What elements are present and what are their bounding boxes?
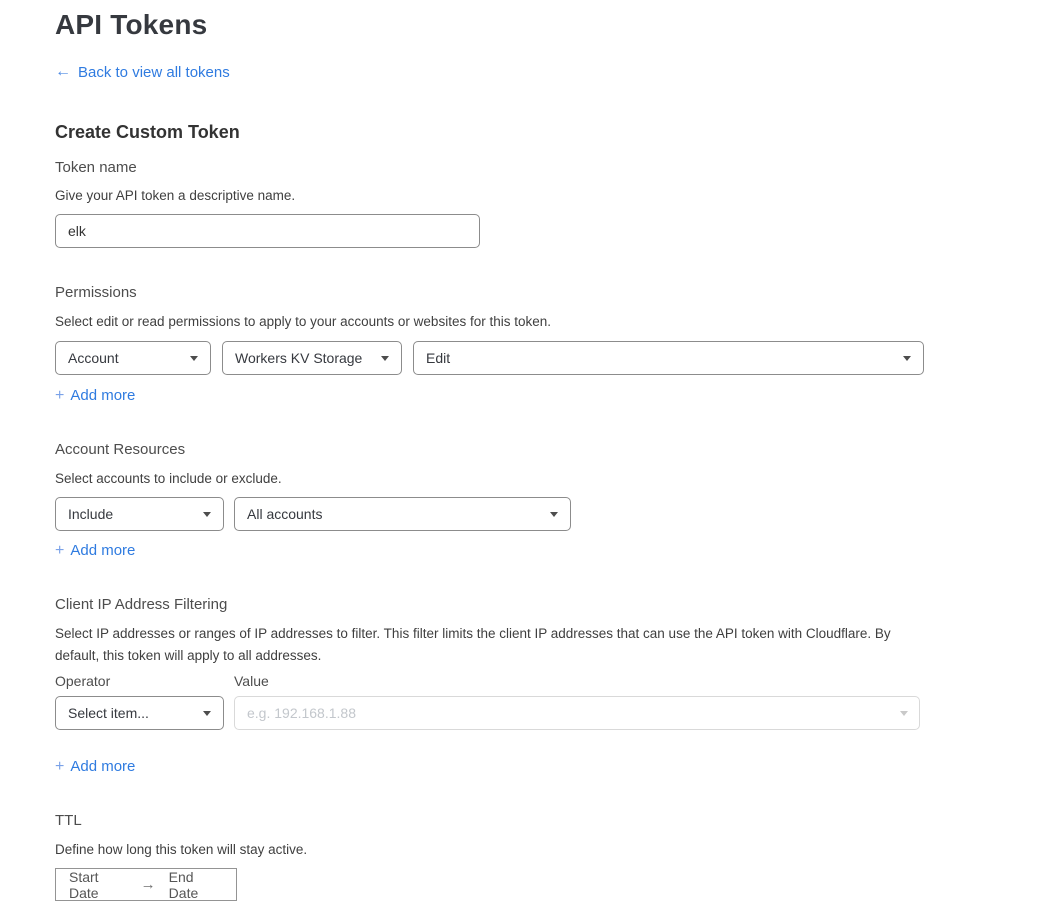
ip-filtering-label: Client IP Address Filtering bbox=[55, 596, 924, 614]
ttl-description: Define how long this token will stay act… bbox=[55, 839, 924, 861]
ip-filtering-description: Select IP addresses or ranges of IP addr… bbox=[55, 623, 907, 667]
arrow-right-icon: → bbox=[141, 877, 156, 892]
token-name-description: Give your API token a descriptive name. bbox=[55, 185, 924, 207]
page-container: API Tokens ← Back to view all tokens Cre… bbox=[55, 0, 924, 901]
ip-operator-select[interactable]: Select item... bbox=[55, 696, 224, 730]
account-resources-row: Include All accounts bbox=[55, 497, 924, 531]
token-name-input[interactable] bbox=[55, 214, 480, 248]
account-resources-add-more-button[interactable]: + Add more bbox=[55, 542, 135, 559]
chevron-down-icon bbox=[203, 512, 211, 517]
operator-column-label: Operator bbox=[55, 673, 234, 690]
permissions-row: Account Workers KV Storage Edit bbox=[55, 341, 924, 375]
token-name-label: Token name bbox=[55, 159, 924, 177]
account-accounts-value: All accounts bbox=[247, 506, 322, 522]
permission-scope-select[interactable]: Account bbox=[55, 341, 211, 375]
permissions-label: Permissions bbox=[55, 284, 924, 302]
add-more-label: Add more bbox=[70, 542, 135, 559]
chevron-down-icon bbox=[550, 512, 558, 517]
end-date-label: End Date bbox=[169, 869, 223, 901]
permissions-description: Select edit or read permissions to apply… bbox=[55, 311, 924, 333]
back-link[interactable]: ← Back to view all tokens bbox=[55, 64, 230, 81]
add-more-label: Add more bbox=[70, 758, 135, 775]
ip-filtering-row: Select item... bbox=[55, 696, 924, 730]
chevron-down-icon bbox=[900, 711, 908, 716]
permission-resource-value: Workers KV Storage bbox=[235, 350, 362, 366]
account-accounts-select[interactable]: All accounts bbox=[234, 497, 571, 531]
ip-value-shell bbox=[234, 696, 920, 730]
permission-access-select[interactable]: Edit bbox=[413, 341, 924, 375]
ip-filtering-add-more-button[interactable]: + Add more bbox=[55, 758, 135, 775]
chevron-down-icon bbox=[190, 356, 198, 361]
add-more-label: Add more bbox=[70, 387, 135, 404]
account-include-value: Include bbox=[68, 506, 113, 522]
section-heading: Create Custom Token bbox=[55, 122, 924, 144]
ip-filtering-column-labels: Operator Value bbox=[55, 673, 924, 690]
permission-resource-select[interactable]: Workers KV Storage bbox=[222, 341, 402, 375]
ttl-label: TTL bbox=[55, 812, 924, 830]
back-link-label: Back to view all tokens bbox=[78, 64, 230, 81]
permissions-add-more-button[interactable]: + Add more bbox=[55, 387, 135, 404]
start-date-label: Start Date bbox=[69, 869, 128, 901]
chevron-down-icon bbox=[203, 711, 211, 716]
permission-scope-value: Account bbox=[68, 350, 119, 366]
plus-icon: + bbox=[55, 543, 64, 559]
chevron-down-icon bbox=[903, 356, 911, 361]
chevron-down-icon bbox=[381, 356, 389, 361]
permission-access-value: Edit bbox=[426, 350, 450, 366]
plus-icon: + bbox=[55, 388, 64, 404]
value-column-label: Value bbox=[234, 673, 269, 690]
plus-icon: + bbox=[55, 759, 64, 775]
back-arrow-icon: ← bbox=[55, 64, 71, 80]
ip-value-input[interactable] bbox=[234, 696, 920, 730]
page-title: API Tokens bbox=[55, 8, 924, 42]
account-include-select[interactable]: Include bbox=[55, 497, 224, 531]
ip-operator-value: Select item... bbox=[68, 705, 149, 721]
account-resources-description: Select accounts to include or exclude. bbox=[55, 468, 924, 490]
account-resources-label: Account Resources bbox=[55, 441, 924, 459]
ttl-date-range-picker[interactable]: Start Date → End Date bbox=[55, 868, 237, 901]
